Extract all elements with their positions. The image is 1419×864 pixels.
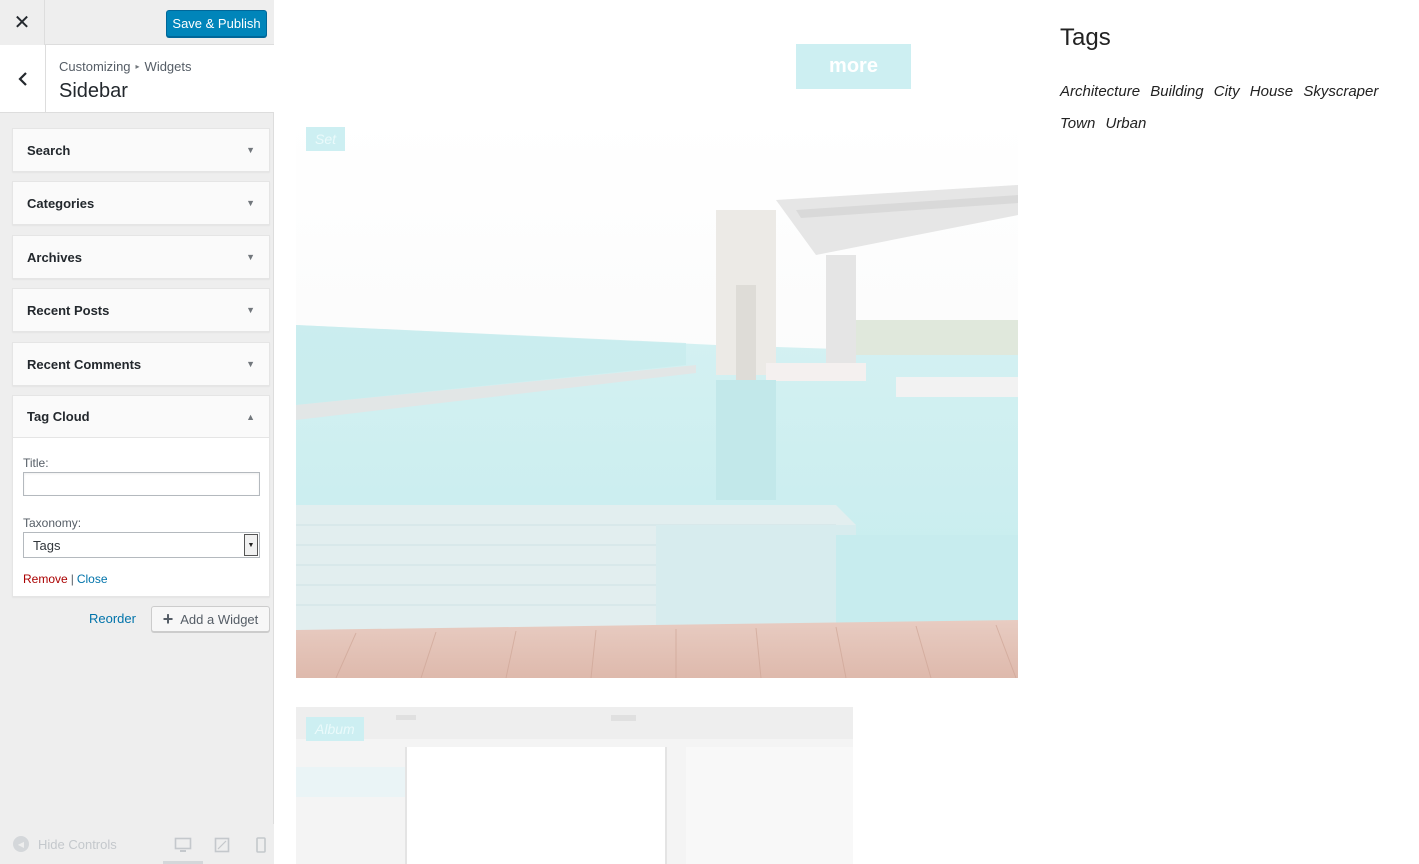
widget-title: Tag Cloud — [27, 409, 90, 424]
taxonomy-selected-value: Tags — [33, 538, 61, 553]
collapse-arrow-icon: ◀ — [13, 836, 29, 852]
tag-link[interactable]: Architecture — [1060, 83, 1140, 100]
caret-down-icon[interactable]: ▼ — [246, 305, 255, 315]
caret-up-icon[interactable]: ▲ — [246, 412, 255, 422]
actions-separator: | — [70, 572, 74, 586]
album-photo — [296, 707, 853, 864]
pool-photo — [296, 115, 1018, 678]
tag-link[interactable]: Building — [1150, 83, 1203, 100]
more-button[interactable]: more — [796, 44, 911, 89]
widget-title: Recent Comments — [27, 356, 142, 372]
breadcrumb-parent: Customizing — [59, 59, 131, 74]
breadcrumb-separator-icon: ▸ — [135, 62, 140, 71]
caret-down-icon[interactable]: ▼ — [246, 145, 255, 155]
close-icon: ✕ — [13, 12, 31, 34]
widget-header[interactable]: Recent Posts ▼ — [13, 289, 269, 331]
title-label: Title: — [23, 456, 49, 470]
caret-down-icon[interactable]: ▼ — [246, 198, 255, 208]
breadcrumb: Customizing ▸ Widgets — [59, 59, 192, 74]
widget-title: Categories — [27, 195, 95, 211]
back-button[interactable] — [0, 45, 46, 112]
widget-tag-cloud: Tag Cloud ▲ Title: Taxonomy: Tags ▼ Remo… — [12, 395, 270, 597]
save-publish-button[interactable]: Save & Publish — [166, 10, 267, 37]
title-input[interactable] — [23, 472, 260, 496]
section-header: Customizing ▸ Widgets Sidebar — [0, 45, 274, 113]
widget-title: Archives — [27, 249, 82, 265]
post-category-badge[interactable]: Set — [306, 127, 346, 151]
desktop-preview-button[interactable] — [172, 835, 194, 855]
close-widget-link[interactable]: Close — [77, 572, 108, 586]
tag-link[interactable]: Skyscraper — [1303, 83, 1378, 100]
hide-controls-button[interactable]: ◀ Hide Controls — [13, 836, 117, 852]
tags-widget-title: Tags — [1060, 24, 1111, 51]
tablet-preview-button[interactable] — [211, 835, 233, 855]
remove-widget-link[interactable]: Remove — [23, 572, 68, 586]
widget-recent-comments[interactable]: Recent Comments ▼ — [12, 342, 270, 386]
widget-archives[interactable]: Archives ▼ — [12, 235, 270, 279]
reorder-link[interactable]: Reorder — [89, 611, 136, 626]
tag-cloud: Architecture Building City House Skyscra… — [1060, 76, 1410, 140]
hide-controls-label: Hide Controls — [38, 836, 117, 852]
close-customizer-button[interactable]: ✕ — [0, 0, 45, 45]
site-preview: more Set Album Tags Architecture Buildin… — [275, 0, 1419, 864]
widget-categories[interactable]: Categories ▼ — [12, 181, 270, 225]
customizer-footer: ◀ Hide Controls — [0, 824, 274, 864]
widget-title: Search — [27, 142, 71, 158]
widget-search[interactable]: Search ▼ — [12, 128, 270, 172]
widget-actions: Remove | Close — [23, 572, 259, 586]
desktop-icon — [174, 837, 192, 852]
taxonomy-select[interactable]: Tags ▼ — [23, 532, 260, 558]
mobile-preview-button[interactable] — [250, 835, 272, 855]
tag-link[interactable]: Urban — [1105, 115, 1146, 132]
post-category-badge[interactable]: Album — [306, 717, 364, 741]
tag-link[interactable]: City — [1214, 83, 1240, 100]
plus-icon: + — [162, 609, 174, 629]
widget-header[interactable]: Archives ▼ — [13, 236, 269, 278]
customizer-sidebar: ✕ Save & Publish Customizing ▸ Widgets S… — [0, 0, 274, 864]
widget-form: Title: Taxonomy: Tags ▼ Remove | Close — [13, 438, 269, 596]
section-title: Sidebar — [59, 80, 128, 102]
widget-header[interactable]: Categories ▼ — [13, 182, 269, 224]
post-image-album[interactable] — [296, 707, 853, 864]
caret-down-icon[interactable]: ▼ — [246, 252, 255, 262]
widget-recent-posts[interactable]: Recent Posts ▼ — [12, 288, 270, 332]
breadcrumb-child: Widgets — [144, 59, 192, 74]
add-widget-label: Add a Widget — [180, 611, 259, 627]
add-widget-button[interactable]: + Add a Widget — [151, 606, 270, 632]
widget-header[interactable]: Search ▼ — [13, 129, 269, 171]
dropdown-arrow-icon[interactable]: ▼ — [244, 534, 258, 556]
mobile-icon — [256, 837, 266, 853]
tablet-icon — [214, 837, 230, 853]
taxonomy-label: Taxonomy: — [23, 516, 82, 530]
tag-link[interactable]: House — [1250, 83, 1293, 100]
customizer-header: ✕ Save & Publish — [0, 0, 274, 45]
widget-header[interactable]: Recent Comments ▼ — [13, 343, 269, 385]
post-image-pool[interactable] — [296, 115, 1018, 678]
chevron-left-icon — [17, 71, 27, 86]
tag-link[interactable]: Town — [1060, 115, 1095, 132]
widget-title: Recent Posts — [27, 302, 110, 318]
caret-down-icon[interactable]: ▼ — [246, 359, 255, 369]
widget-header[interactable]: Tag Cloud ▲ — [13, 396, 269, 438]
